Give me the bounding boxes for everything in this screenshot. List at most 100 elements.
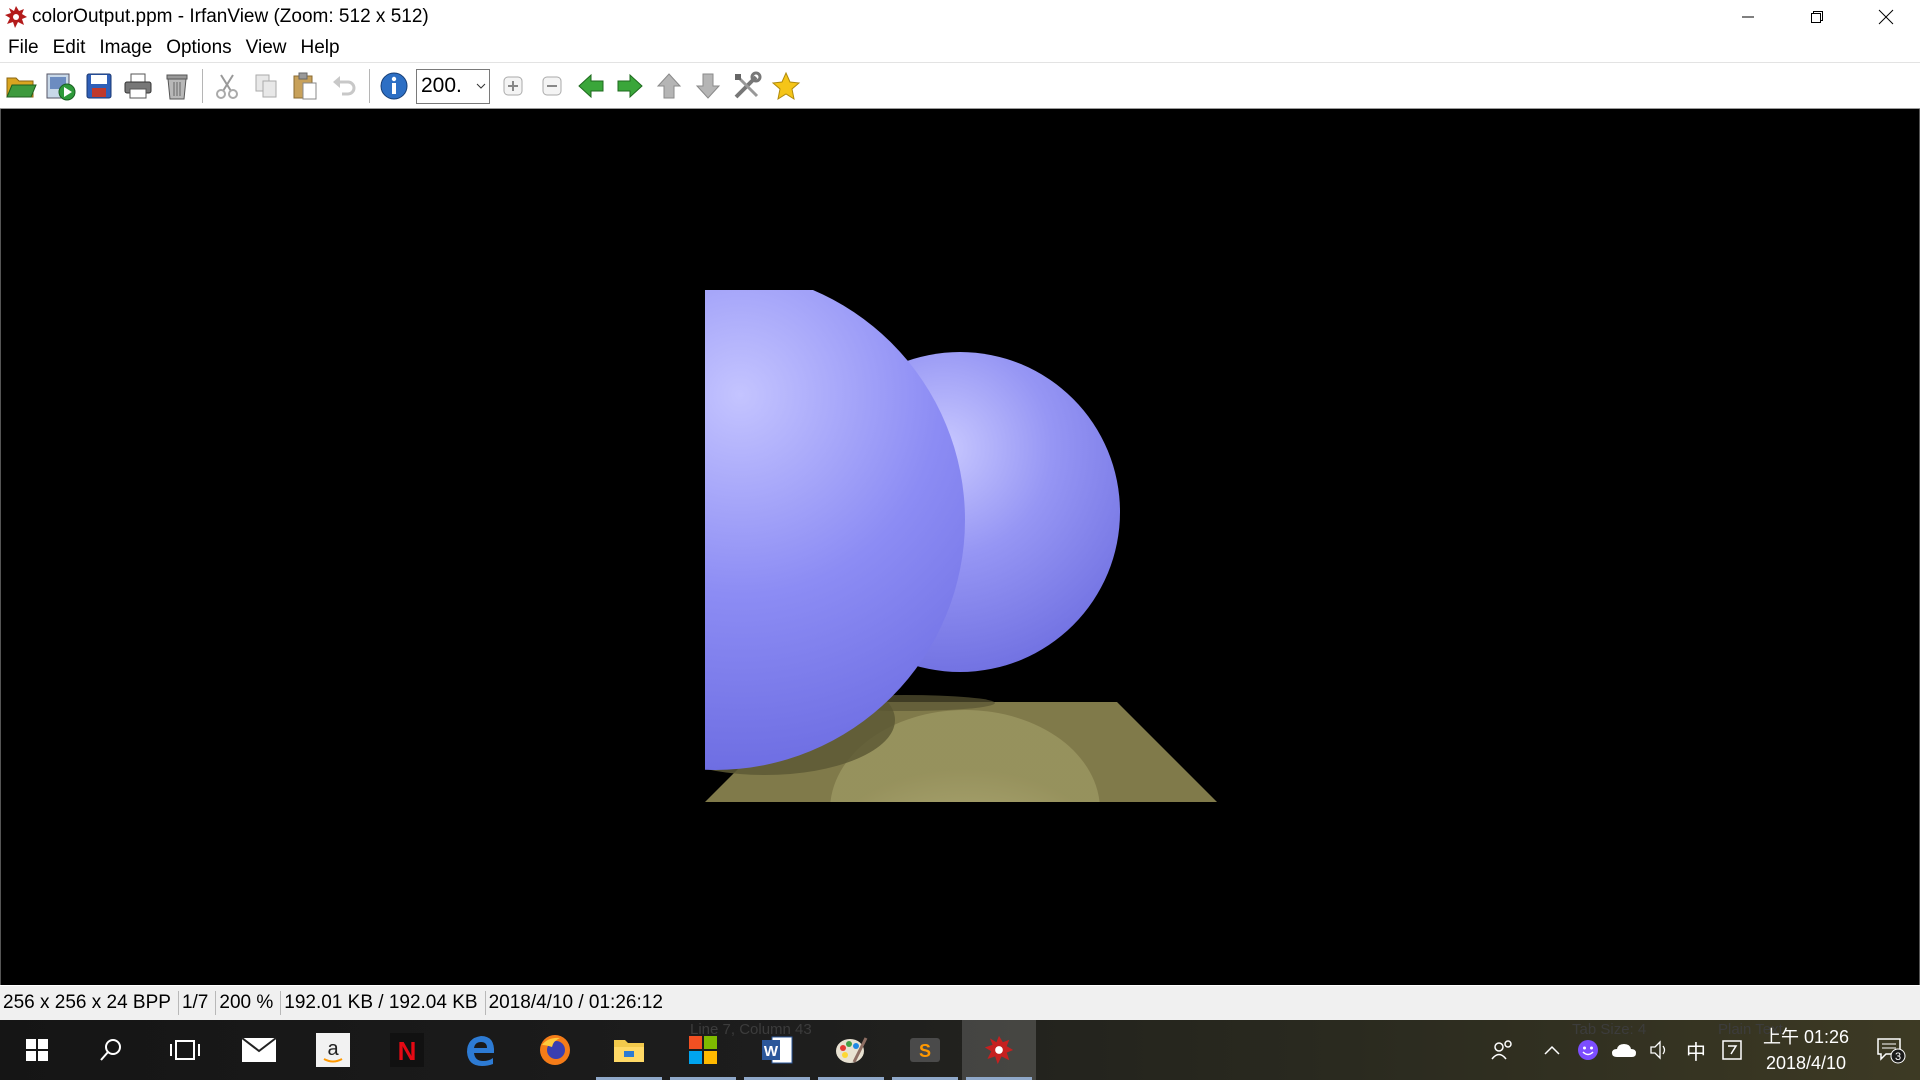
minimize-icon xyxy=(1741,16,1754,17)
irfanview-app-icon[interactable] xyxy=(2,3,30,31)
zoom-combobox[interactable]: 200. xyxy=(416,68,490,104)
minimize-button[interactable] xyxy=(1713,0,1782,33)
previous-icon xyxy=(578,73,604,99)
emoji-icon xyxy=(1578,1040,1598,1060)
edge-icon xyxy=(467,1036,495,1066)
firefox-icon xyxy=(540,1035,570,1065)
ime-mode-button[interactable] xyxy=(1714,1020,1750,1080)
amazon-app[interactable]: a xyxy=(296,1020,370,1080)
down-button[interactable] xyxy=(689,67,727,105)
volume-icon xyxy=(1650,1040,1666,1060)
paint-app[interactable] xyxy=(814,1020,888,1080)
ime-label: 中 xyxy=(1686,1041,1706,1064)
input-method-button[interactable]: 中 xyxy=(1678,1020,1714,1080)
favorite-button[interactable] xyxy=(767,67,805,105)
store-app[interactable] xyxy=(666,1020,740,1080)
menu-file[interactable]: File xyxy=(1,33,46,63)
restore-icon xyxy=(1810,10,1823,23)
delete-button[interactable] xyxy=(158,67,196,105)
mail-icon xyxy=(241,1037,277,1062)
toolbar: 200. xyxy=(0,64,1920,109)
toolbar-separator xyxy=(202,69,203,103)
netflix-app[interactable]: N xyxy=(370,1020,444,1080)
people-icon xyxy=(1491,1040,1512,1060)
emoji-tray-button[interactable] xyxy=(1570,1020,1606,1080)
sublime-icon: S xyxy=(910,1038,940,1062)
window-title: colorOutput.ppm - IrfanView (Zoom: 512 x… xyxy=(32,5,429,27)
status-filesize: 192.01 KB / 192.04 KB xyxy=(281,991,486,1015)
cut-button[interactable] xyxy=(208,67,246,105)
chevron-up-icon xyxy=(1544,1045,1560,1055)
slideshow-icon xyxy=(46,73,76,101)
file-explorer-icon xyxy=(614,1040,644,1062)
taskbar: Line 7, Column 43 Tab Size: 4 Plain Text… xyxy=(0,1020,1920,1080)
status-bar: 256 x 256 x 24 BPP 1/7 200 % 192.01 KB /… xyxy=(0,986,1920,1020)
task-view-button[interactable] xyxy=(148,1020,222,1080)
image-canvas[interactable] xyxy=(0,109,1920,985)
edge-app[interactable] xyxy=(444,1020,518,1080)
menu-edit[interactable]: Edit xyxy=(46,33,93,63)
search-button[interactable] xyxy=(74,1020,148,1080)
sublime-app[interactable]: S xyxy=(888,1020,962,1080)
copy-icon xyxy=(255,74,277,98)
firefox-app[interactable] xyxy=(518,1020,592,1080)
settings-button[interactable] xyxy=(728,67,766,105)
start-button[interactable] xyxy=(0,1020,74,1080)
next-button[interactable] xyxy=(611,67,649,105)
delete-icon xyxy=(166,74,188,100)
store-icon xyxy=(689,1036,717,1064)
irfanview-app[interactable] xyxy=(962,1020,1036,1080)
up-button[interactable] xyxy=(650,67,688,105)
zoom-in-button[interactable] xyxy=(494,67,532,105)
svg-text:a: a xyxy=(327,1038,339,1060)
paste-icon xyxy=(293,72,317,100)
open-icon xyxy=(6,77,37,98)
word-app[interactable]: W xyxy=(740,1020,814,1080)
show-hidden-icons-button[interactable] xyxy=(1534,1020,1570,1080)
clock-date: 2018/4/10 xyxy=(1765,1053,1847,1073)
menu-help[interactable]: Help xyxy=(294,33,347,63)
people-button[interactable] xyxy=(1484,1020,1520,1080)
chevron-down-icon[interactable] xyxy=(473,83,489,89)
svg-text:3: 3 xyxy=(1895,1051,1901,1063)
undo-button[interactable] xyxy=(325,67,363,105)
zoom-in-icon xyxy=(503,76,523,96)
task-view-icon xyxy=(170,1040,200,1060)
paste-button[interactable] xyxy=(286,67,324,105)
slideshow-button[interactable] xyxy=(41,67,79,105)
rendered-image xyxy=(705,290,1217,802)
onedrive-button[interactable] xyxy=(1606,1020,1642,1080)
down-icon xyxy=(695,73,721,99)
up-icon xyxy=(656,73,682,99)
clock[interactable]: 上午 01:26 2018/4/10 xyxy=(1750,1024,1862,1076)
netflix-icon: N xyxy=(390,1033,424,1067)
settings-icon xyxy=(734,71,762,99)
search-icon xyxy=(100,1039,121,1061)
zoom-out-button[interactable] xyxy=(533,67,571,105)
menu-options[interactable]: Options xyxy=(159,33,238,63)
menu-view[interactable]: View xyxy=(239,33,294,63)
volume-button[interactable] xyxy=(1642,1020,1678,1080)
close-button[interactable] xyxy=(1851,0,1920,33)
mail-app[interactable] xyxy=(222,1020,296,1080)
system-tray: 中 上午 01:26 2018/4/10 3 xyxy=(1484,1020,1920,1080)
menu-image[interactable]: Image xyxy=(92,33,159,63)
clock-time: 上午 01:26 xyxy=(1762,1027,1850,1047)
file-explorer-app[interactable] xyxy=(592,1020,666,1080)
copy-button[interactable] xyxy=(247,67,285,105)
notification-icon: 3 xyxy=(1877,1038,1906,1064)
restore-button[interactable] xyxy=(1782,0,1851,33)
irfanview-icon xyxy=(984,1035,1014,1065)
cloud-icon xyxy=(1612,1044,1636,1057)
title-bar[interactable]: colorOutput.ppm - IrfanView (Zoom: 512 x… xyxy=(0,0,1920,33)
action-center-button[interactable]: 3 xyxy=(1862,1020,1920,1080)
open-button[interactable] xyxy=(2,67,40,105)
close-icon xyxy=(1878,9,1893,24)
save-button[interactable] xyxy=(80,67,118,105)
print-icon xyxy=(124,73,152,99)
previous-button[interactable] xyxy=(572,67,610,105)
menu-bar: File Edit Image Options View Help xyxy=(0,33,1920,63)
info-button[interactable] xyxy=(375,67,413,105)
print-button[interactable] xyxy=(119,67,157,105)
favorite-icon xyxy=(771,71,801,101)
